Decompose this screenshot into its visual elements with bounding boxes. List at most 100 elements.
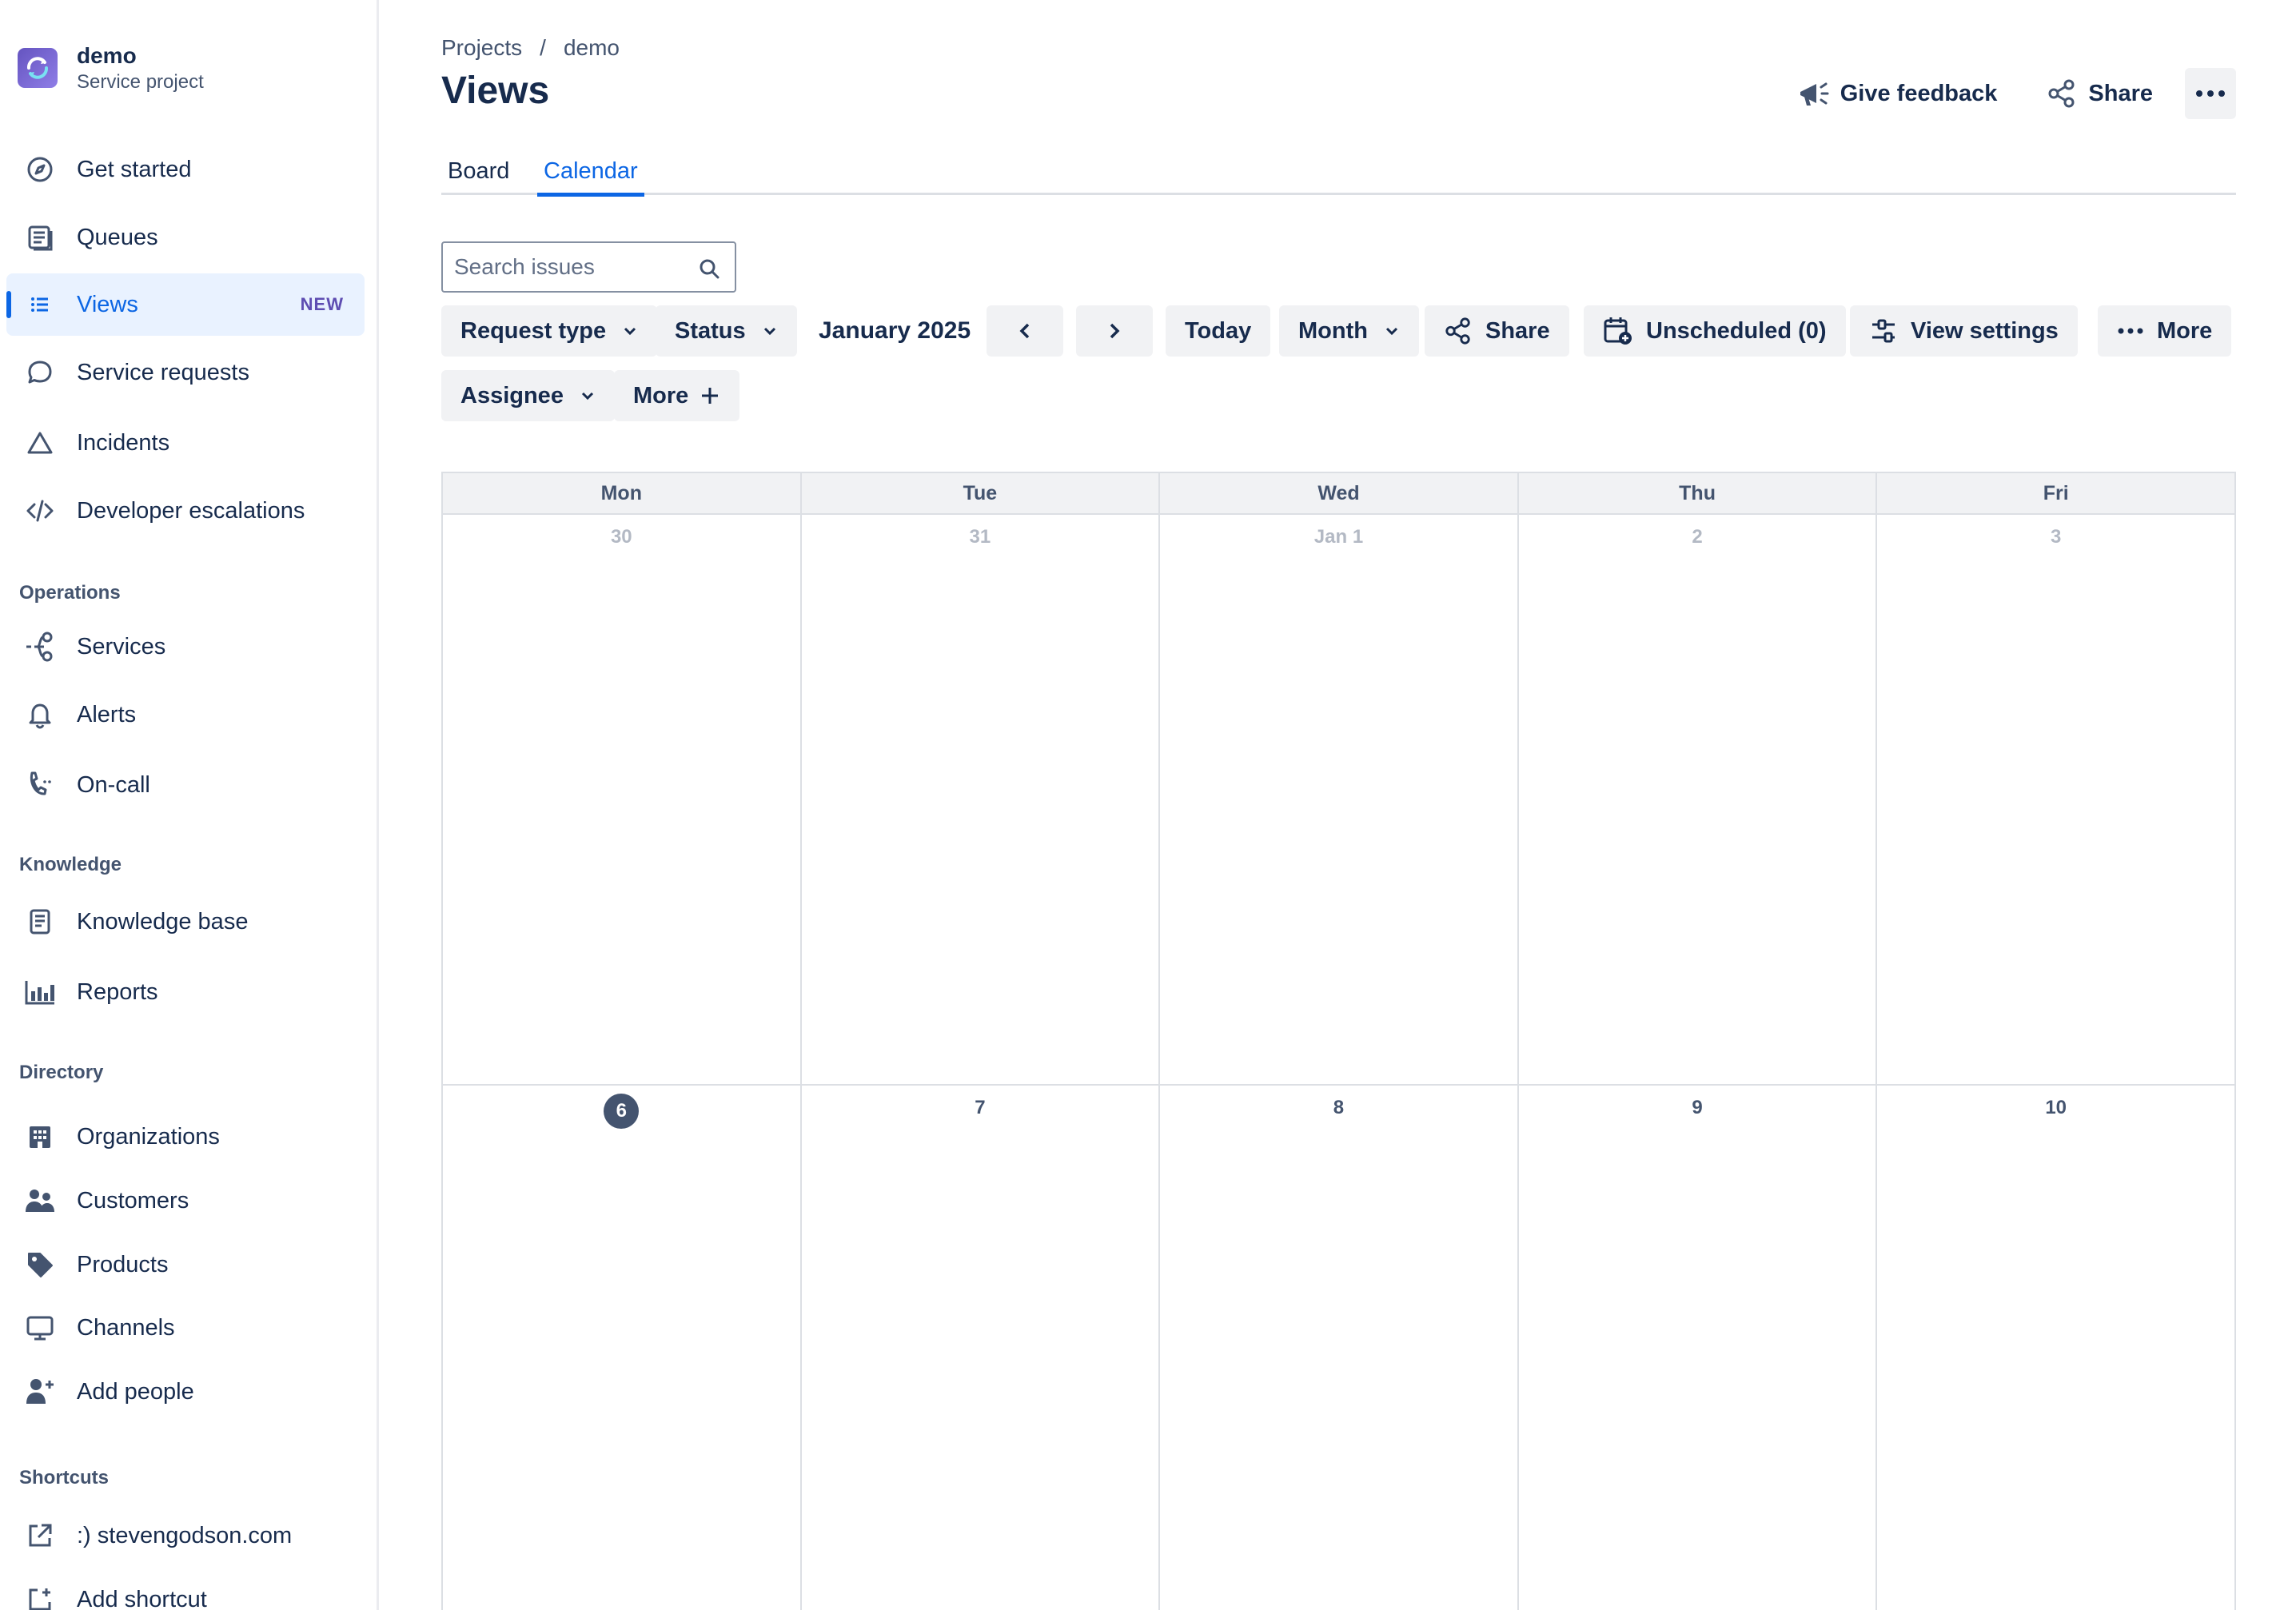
calendar-day-cell[interactable]: 10 <box>1877 1086 2234 1610</box>
tab-board[interactable]: Board <box>441 149 516 195</box>
calendar-week-row: 6 7 8 9 10 <box>443 1086 2234 1610</box>
today-button[interactable]: Today <box>1166 305 1271 357</box>
calendar-date: 2 <box>1692 526 1703 548</box>
sidebar-item-label: Knowledge base <box>77 908 249 935</box>
search-issues-box <box>441 241 736 293</box>
chevron-down-icon <box>763 327 775 336</box>
search-input[interactable] <box>454 254 686 280</box>
warning-triangle-icon <box>24 427 56 459</box>
sidebar-item-alerts[interactable]: Alerts <box>6 683 365 746</box>
unscheduled-button[interactable]: Unscheduled (0) <box>1584 305 1846 357</box>
calendar-day-cell[interactable]: 8 <box>1160 1086 1519 1610</box>
calendar-day-cell[interactable]: Jan 1 <box>1160 515 1519 1084</box>
status-label: Status <box>675 317 746 344</box>
project-header[interactable]: demo Service project <box>18 42 204 94</box>
day-header-wed: Wed <box>1160 473 1519 513</box>
chevron-down-icon <box>581 392 594 401</box>
chevron-left-icon <box>1019 323 1030 339</box>
share-icon <box>1445 317 1470 345</box>
calendar-day-cell[interactable]: 2 <box>1519 515 1878 1084</box>
people-icon <box>24 1185 56 1217</box>
section-title-shortcuts: Shortcuts <box>19 1467 110 1488</box>
calendar-day-cell[interactable]: 3 <box>1877 515 2234 1084</box>
sidebar-item-add-people[interactable]: Add people <box>6 1361 365 1423</box>
knowledge-base-icon <box>24 906 56 938</box>
phone-icon <box>24 769 56 801</box>
today-date-marker: 6 <box>604 1094 640 1129</box>
more-filters-button[interactable]: More <box>614 370 740 421</box>
previous-month-button[interactable] <box>987 305 1063 357</box>
calendar-day-cell-today[interactable]: 6 <box>443 1086 802 1610</box>
more-options-button[interactable]: More <box>2098 305 2232 357</box>
calendar-day-cell[interactable]: 9 <box>1519 1086 1878 1610</box>
tag-icon <box>24 1249 56 1281</box>
sidebar-item-add-shortcut[interactable]: Add shortcut <box>6 1568 365 1610</box>
code-icon <box>24 495 56 527</box>
sidebar-item-on-call[interactable]: On-call <box>6 754 365 816</box>
megaphone-icon <box>1800 82 1829 106</box>
bell-icon <box>24 699 56 731</box>
calendar-day-cell[interactable]: 7 <box>802 1086 1161 1610</box>
sidebar: demo Service project Get started Queues … <box>0 0 379 1610</box>
status-filter[interactable]: Status <box>656 305 797 357</box>
sidebar-item-label: :) stevengodson.com <box>77 1522 293 1548</box>
sidebar-item-organizations[interactable]: Organizations <box>6 1106 365 1168</box>
calendar-share-button[interactable]: Share <box>1425 305 1569 357</box>
ellipsis-icon <box>2118 328 2143 334</box>
current-month-label: January 2025 <box>819 317 971 344</box>
view-settings-button[interactable]: View settings <box>1850 305 2078 357</box>
add-person-icon <box>24 1376 56 1408</box>
calendar-date: 9 <box>1692 1097 1703 1118</box>
settings-sliders-icon <box>1872 319 1895 343</box>
sidebar-item-label: Reports <box>77 978 158 1005</box>
sidebar-item-developer-escalations[interactable]: Developer escalations <box>6 480 365 542</box>
day-header-tue: Tue <box>802 473 1161 513</box>
sidebar-item-label: Channels <box>77 1314 175 1341</box>
sidebar-item-customers[interactable]: Customers <box>6 1170 365 1232</box>
give-feedback-button[interactable]: Give feedback <box>1783 67 2012 120</box>
search-icon[interactable] <box>698 257 720 280</box>
calendar-grid: Mon Tue Wed Thu Fri 30 31 Jan 1 2 3 6 7 … <box>441 472 2236 1610</box>
next-month-button[interactable] <box>1076 305 1153 357</box>
main-content: Projects / demo Views Give feedback Shar… <box>441 0 2236 1610</box>
ellipsis-icon <box>2196 90 2225 97</box>
sidebar-item-shortcut-site[interactable]: :) stevengodson.com <box>6 1504 365 1567</box>
month-view-label: Month <box>1298 317 1368 344</box>
sidebar-item-products[interactable]: Products <box>6 1233 365 1296</box>
sidebar-item-reports[interactable]: Reports <box>6 961 365 1023</box>
header-share-label: Share <box>2088 80 2153 106</box>
month-view-select[interactable]: Month <box>1279 305 1419 357</box>
header-share-button[interactable]: Share <box>2032 67 2167 120</box>
assignee-filter[interactable]: Assignee <box>441 370 615 421</box>
more-actions-button[interactable] <box>2185 68 2236 119</box>
sidebar-item-knowledge-base[interactable]: Knowledge base <box>6 891 365 953</box>
sidebar-item-queues[interactable]: Queues <box>6 206 365 269</box>
more-options-label: More <box>2157 317 2213 344</box>
breadcrumb-demo[interactable]: demo <box>564 35 620 61</box>
sidebar-item-services[interactable]: Services <box>6 616 365 678</box>
sidebar-item-views[interactable]: Views NEW <box>6 273 365 336</box>
calendar-date: 30 <box>610 526 632 548</box>
sidebar-item-get-started[interactable]: Get started <box>6 138 365 201</box>
breadcrumb-projects[interactable]: Projects <box>441 35 522 61</box>
page-title: Views <box>441 70 550 112</box>
sidebar-item-label: Organizations <box>77 1123 220 1150</box>
building-icon <box>24 1121 56 1153</box>
add-shortcut-icon <box>24 1584 56 1610</box>
project-logo-icon <box>27 57 48 79</box>
section-title-directory: Directory <box>19 1062 104 1083</box>
sidebar-item-channels[interactable]: Channels <box>6 1297 365 1359</box>
sidebar-item-label: Developer escalations <box>77 497 305 524</box>
sidebar-item-label: Services <box>77 633 166 660</box>
calendar-day-cell[interactable]: 31 <box>802 515 1161 1084</box>
chevron-down-icon <box>624 327 636 336</box>
calendar-header-row: Mon Tue Wed Thu Fri <box>443 473 2234 515</box>
tab-calendar[interactable]: Calendar <box>537 149 644 197</box>
day-header-fri: Fri <box>2043 482 2069 504</box>
calendar-date-today: 6 <box>443 1094 800 1129</box>
chevron-right-icon <box>1110 323 1120 339</box>
request-type-filter[interactable]: Request type <box>441 305 658 357</box>
sidebar-item-incidents[interactable]: Incidents <box>6 412 365 474</box>
sidebar-item-service-requests[interactable]: Service requests <box>6 341 365 404</box>
calendar-day-cell[interactable]: 30 <box>443 515 802 1084</box>
